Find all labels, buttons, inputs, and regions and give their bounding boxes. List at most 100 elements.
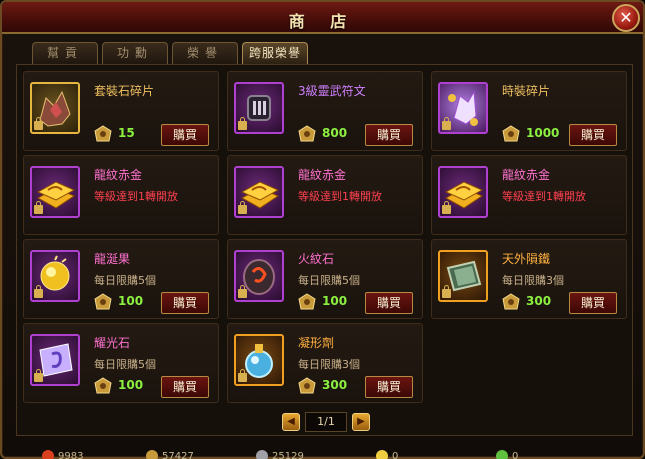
buy-button[interactable]: 購買 <box>569 124 617 146</box>
item-price: 300 <box>526 294 552 308</box>
gold-ingot-icon <box>42 450 54 459</box>
shop-item-card[interactable]: 火紋石 每日限購5個 100 購買 <box>227 239 423 319</box>
item-grid: 套裝石碎片 15 購買 3級靈武符文 800 購買 時裝碎片 1000 購買 龍… <box>16 64 633 436</box>
item-price: 100 <box>322 294 348 308</box>
item-icon-dragon-gold <box>438 166 488 218</box>
item-icon-dragon-gold <box>234 166 284 218</box>
item-name: 龍涎果 <box>94 252 131 266</box>
currency-value: 0 <box>392 450 399 459</box>
unlock-requirement: 等級達到1轉開放 <box>502 190 586 203</box>
daily-limit: 每日限購5個 <box>94 274 156 287</box>
honor-medal-icon <box>298 377 316 394</box>
prev-page-button[interactable]: ◀ <box>282 413 300 431</box>
shop-item-card[interactable]: 3級靈武符文 800 購買 <box>227 71 423 151</box>
chevron-right-icon: ▶ <box>357 416 365 427</box>
shop-window: 商 店 ✕ 幫貢 功勳 榮譽 跨服榮譽 套裝石碎片 15 購買 3級靈武符文 8… <box>0 0 645 459</box>
item-name: 耀光石 <box>94 336 131 350</box>
tab-merit[interactable]: 功勳 <box>102 42 168 64</box>
lock-icon <box>34 369 43 382</box>
lock-icon <box>238 285 247 298</box>
item-icon-radiant-stone <box>30 334 80 386</box>
shop-item-card[interactable]: 龍紋赤金 等級達到1轉開放 <box>23 155 219 235</box>
shop-item-card[interactable]: 耀光石 每日限購5個 100 購買 <box>23 323 219 403</box>
honor-medal-icon <box>502 293 520 310</box>
item-icon-meteoric-iron <box>438 250 488 302</box>
buy-button[interactable]: 購買 <box>161 376 209 398</box>
currency-value: 9983 <box>58 450 84 459</box>
lock-icon <box>34 285 43 298</box>
window-title: 商 店 <box>288 12 357 31</box>
title-bar: 商 店 ✕ <box>2 2 643 34</box>
item-icon-rune <box>234 82 284 134</box>
item-name: 3級靈武符文 <box>298 84 366 98</box>
shop-item-card[interactable]: 天外隕鐵 每日限購3個 300 購買 <box>431 239 627 319</box>
item-icon-fashion-shard <box>438 82 488 134</box>
close-icon: ✕ <box>619 8 633 27</box>
close-button[interactable]: ✕ <box>612 4 640 32</box>
item-price: 800 <box>322 126 348 140</box>
currency-contribution: 57427 <box>146 450 194 459</box>
buy-button[interactable]: 購買 <box>365 124 413 146</box>
honor-medal-icon <box>298 293 316 310</box>
buy-button[interactable]: 購買 <box>365 376 413 398</box>
contribution-icon <box>146 450 158 459</box>
honor-medal-icon <box>94 125 112 142</box>
item-price: 15 <box>118 126 135 140</box>
buy-button[interactable]: 購買 <box>365 292 413 314</box>
buy-button[interactable]: 購買 <box>569 292 617 314</box>
shop-item-card[interactable]: 龍紋赤金 等級達到1轉開放 <box>431 155 627 235</box>
currency-gold-ingot: 9983 <box>42 450 83 459</box>
unlock-requirement: 等級達到1轉開放 <box>298 190 382 203</box>
lock-icon <box>442 285 451 298</box>
item-price: 100 <box>118 294 144 308</box>
shop-item-card[interactable]: 龍涎果 每日限購5個 100 購買 <box>23 239 219 319</box>
currency-cross-server-honor: 0 <box>496 450 518 459</box>
shop-item-card[interactable]: 龍紋赤金 等級達到1轉開放 <box>227 155 423 235</box>
chevron-left-icon: ◀ <box>287 416 295 427</box>
honor-medal-icon <box>298 125 316 142</box>
lock-icon <box>34 117 43 130</box>
currency-value: 0 <box>512 450 519 459</box>
honor-medal-icon <box>94 377 112 394</box>
item-price: 100 <box>118 378 144 392</box>
shop-item-card[interactable]: 時裝碎片 1000 購買 <box>431 71 627 151</box>
buy-button[interactable]: 購買 <box>161 292 209 314</box>
cross-server-honor-icon <box>496 450 508 459</box>
daily-limit: 每日限購3個 <box>298 358 360 371</box>
tab-cross-server-honor[interactable]: 跨服榮譽 <box>242 42 308 64</box>
honor-medal-icon <box>94 293 112 310</box>
item-icon-set-stone-shard <box>30 82 80 134</box>
page-indicator: 1/1 <box>305 412 347 432</box>
buy-button[interactable]: 購買 <box>161 124 209 146</box>
item-name: 套裝石碎片 <box>94 84 155 98</box>
coin-icon <box>376 450 388 459</box>
shop-item-card[interactable]: 套裝石碎片 15 購買 <box>23 71 219 151</box>
item-name: 凝形劑 <box>298 336 335 350</box>
item-name: 時裝碎片 <box>502 84 551 98</box>
item-icon-dragon-gold <box>30 166 80 218</box>
daily-limit: 每日限購5個 <box>94 358 156 371</box>
item-name: 火紋石 <box>298 252 335 266</box>
daily-limit: 每日限購3個 <box>502 274 564 287</box>
tab-bar: 幫貢 功勳 榮譽 跨服榮譽 <box>32 42 308 64</box>
shop-item-card[interactable]: 凝形劑 每日限購3個 300 購買 <box>227 323 423 403</box>
item-icon-shaping-potion <box>234 334 284 386</box>
next-page-button[interactable]: ▶ <box>352 413 370 431</box>
item-price: 300 <box>322 378 348 392</box>
daily-limit: 每日限購5個 <box>298 274 360 287</box>
unlock-requirement: 等級達到1轉開放 <box>94 190 178 203</box>
lock-icon <box>238 117 247 130</box>
lock-icon <box>34 201 43 214</box>
item-name: 龍紋赤金 <box>502 168 551 182</box>
lock-icon <box>238 369 247 382</box>
currency-honor: 25129 <box>256 450 304 459</box>
honor-icon <box>256 450 268 459</box>
item-icon-dragon-fruit <box>30 250 80 302</box>
currency-value: 57427 <box>162 450 194 459</box>
lock-icon <box>442 117 451 130</box>
item-price: 1000 <box>526 126 560 140</box>
lock-icon <box>442 201 451 214</box>
currency-coin: 0 <box>376 450 398 459</box>
tab-guild-contribution[interactable]: 幫貢 <box>32 42 98 64</box>
tab-honor[interactable]: 榮譽 <box>172 42 238 64</box>
